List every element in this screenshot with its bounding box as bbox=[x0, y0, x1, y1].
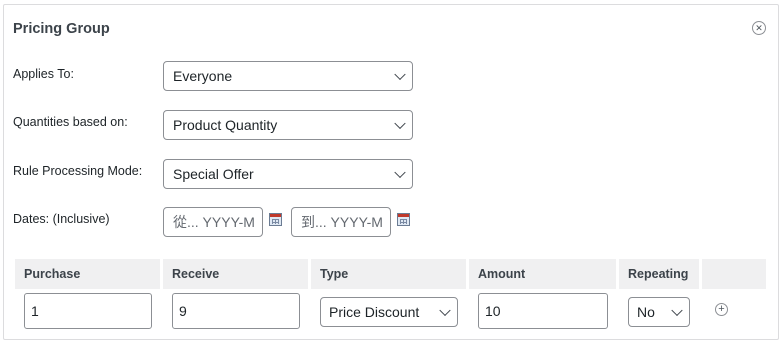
chevron-down-icon bbox=[394, 166, 406, 179]
chevron-down-icon bbox=[671, 304, 683, 317]
add-row-icon[interactable]: + bbox=[715, 303, 728, 316]
panel-title: Pricing Group bbox=[13, 21, 110, 37]
repeating-select[interactable]: No bbox=[628, 297, 690, 327]
applies-to-value: Everyone bbox=[173, 68, 233, 84]
applies-to-label: Applies To: bbox=[13, 67, 74, 81]
pricing-group-panel: Pricing Group ✕ Applies To: Everyone Qua… bbox=[3, 4, 779, 340]
date-from-input[interactable]: 從... YYYY-M bbox=[163, 207, 263, 237]
close-icon[interactable]: ✕ bbox=[752, 21, 766, 35]
rule-processing-mode-label: Rule Processing Mode: bbox=[13, 164, 143, 178]
quantities-based-on-value: Product Quantity bbox=[173, 117, 278, 133]
receive-input[interactable]: 9 bbox=[172, 293, 300, 329]
type-value: Price Discount bbox=[329, 304, 420, 320]
column-header-purchase: Purchase bbox=[15, 259, 160, 289]
amount-input[interactable]: 10 bbox=[478, 293, 608, 329]
column-header-amount: Amount bbox=[469, 259, 616, 289]
column-header-repeating: Repeating bbox=[619, 259, 699, 289]
applies-to-select[interactable]: Everyone bbox=[163, 61, 413, 91]
date-to-input[interactable]: 到... YYYY-M bbox=[291, 207, 391, 237]
quantities-based-on-label: Quantities based on: bbox=[13, 115, 128, 129]
repeating-value: No bbox=[637, 304, 655, 320]
column-header-receive: Receive bbox=[163, 259, 308, 289]
chevron-down-icon bbox=[394, 117, 406, 130]
type-select[interactable]: Price Discount bbox=[320, 297, 458, 327]
dates-label: Dates: (Inclusive) bbox=[13, 212, 110, 226]
calendar-icon[interactable] bbox=[397, 213, 410, 226]
quantities-based-on-select[interactable]: Product Quantity bbox=[163, 110, 413, 140]
chevron-down-icon bbox=[394, 68, 406, 81]
rule-processing-mode-select[interactable]: Special Offer bbox=[163, 159, 413, 189]
purchase-input[interactable]: 1 bbox=[24, 293, 152, 329]
rule-processing-mode-value: Special Offer bbox=[173, 166, 254, 182]
chevron-down-icon bbox=[439, 304, 451, 317]
column-header-type: Type bbox=[311, 259, 466, 289]
calendar-icon[interactable] bbox=[269, 213, 282, 226]
column-header-actions bbox=[702, 259, 766, 289]
